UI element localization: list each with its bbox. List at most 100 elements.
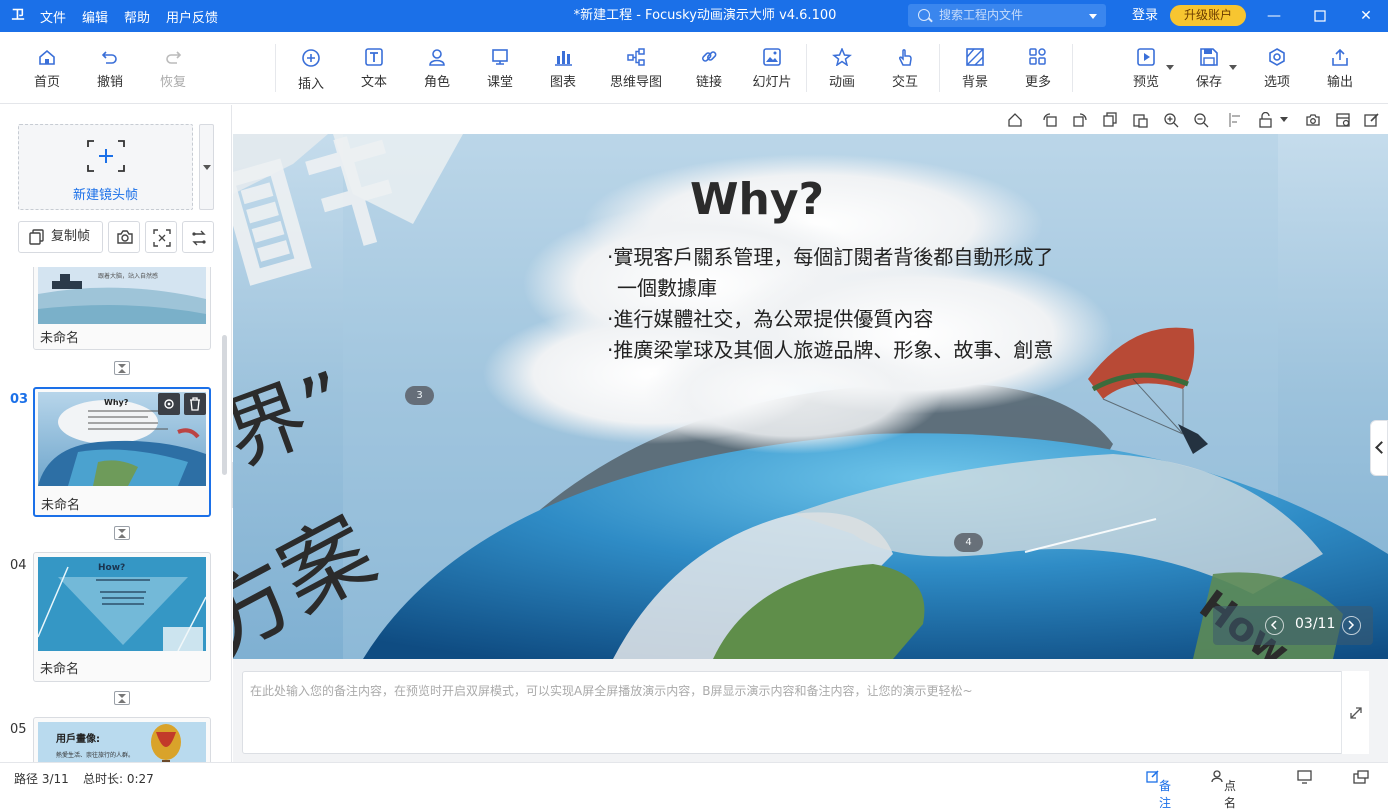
frame-thumbnail[interactable]: 用戶畫像: 熱愛生活、崇往旅行的人群。: [33, 717, 211, 762]
frame-text-line: [88, 428, 168, 430]
close-button[interactable]: ✕: [1344, 0, 1388, 32]
frame-text-line: [102, 603, 144, 605]
login-button[interactable]: 登录: [1132, 0, 1158, 32]
class-button[interactable]: 课堂: [469, 48, 531, 90]
frame-preview-image: 跟着大脑，站入自然感: [38, 267, 206, 324]
paste-icon[interactable]: [1132, 112, 1148, 128]
edit-note-icon: [1146, 770, 1159, 783]
slideshow-button[interactable]: 幻灯片: [741, 48, 803, 90]
transition-icon[interactable]: [114, 526, 130, 540]
slide-heading[interactable]: Why?: [690, 174, 824, 225]
home-icon: [39, 49, 55, 65]
preview-dropdown-icon[interactable]: [1166, 65, 1174, 70]
lock-dropdown-icon[interactable]: [1280, 117, 1288, 122]
screen-mode-icon[interactable]: [1297, 770, 1313, 784]
new-frame-dropdown[interactable]: [199, 124, 214, 210]
save-dropdown-icon[interactable]: [1229, 65, 1237, 70]
mindmap-button[interactable]: 思维导图: [602, 48, 670, 90]
next-page-button[interactable]: [1342, 616, 1361, 635]
frames-panel: 新建镜头帧 复制帧 跟着大脑，站入自然感 未命名 03 Why? 未命名 04 …: [0, 105, 232, 762]
menu-edit[interactable]: 编辑: [82, 7, 108, 26]
window-mode-icon[interactable]: [1353, 770, 1369, 784]
notes-tab[interactable]: 备注: [1146, 770, 1171, 810]
frame-delete-button[interactable]: [184, 393, 206, 415]
redo-button[interactable]: 恢复: [142, 48, 204, 90]
minimize-button[interactable]: —: [1252, 0, 1296, 32]
add-frame-icon: [87, 140, 125, 172]
expand-right-panel-button[interactable]: [1370, 420, 1388, 476]
insert-button[interactable]: 插入: [280, 48, 342, 92]
frame-text-line: [88, 416, 148, 418]
frame-thumbnail-selected[interactable]: Why? 未命名: [33, 387, 211, 517]
frame-name[interactable]: 未命名: [40, 658, 79, 677]
frames-scrollbar[interactable]: [222, 335, 227, 475]
fit-frame-icon: [153, 229, 171, 247]
lock-icon[interactable]: [1258, 112, 1274, 128]
role-button[interactable]: 角色: [406, 48, 468, 90]
insert-label: 插入: [297, 77, 324, 92]
background-label: 背景: [961, 75, 988, 90]
slide-canvas[interactable]: 界” 方案 How Why? ·實現客戶關系管理，每個訂閱者背後都自動形成了一個…: [233, 134, 1388, 659]
animation-button[interactable]: 动画: [811, 48, 873, 90]
upgrade-button[interactable]: 升级账户: [1170, 5, 1246, 26]
frame-caption: 跟着大脑，站入自然感: [98, 273, 159, 280]
home-button[interactable]: 首页: [16, 48, 78, 90]
edit-icon[interactable]: [1364, 112, 1380, 128]
menu-feedback[interactable]: 用户反馈: [166, 7, 218, 26]
export-button[interactable]: 输出: [1309, 48, 1371, 90]
background-button[interactable]: 背景: [944, 48, 1006, 90]
text-button[interactable]: 文本: [343, 48, 405, 90]
search-input[interactable]: 搜索工程内文件: [908, 4, 1106, 27]
screenshot-icon[interactable]: [1305, 112, 1321, 128]
frame-thumbnail[interactable]: 跟着大脑，站入自然感 未命名: [33, 267, 211, 350]
status-bar: 路径 3/11 总时长: 0:27 备注 点名: [0, 762, 1388, 810]
chevron-down-icon[interactable]: [1089, 14, 1097, 19]
frame-thumbnail[interactable]: How? 未命名: [33, 552, 211, 682]
duration-status: 总时长: 0:27: [83, 772, 154, 786]
home-view-icon[interactable]: [1007, 112, 1023, 128]
slide-bullet-list[interactable]: ·實現客戶關系管理，每個訂閱者背後都自動形成了一個數據庫 ·進行媒體社交，為公眾…: [605, 242, 1065, 366]
background-settings-icon[interactable]: [1335, 112, 1351, 128]
zoom-out-icon[interactable]: [1193, 112, 1209, 128]
expand-icon[interactable]: [1349, 706, 1363, 720]
transition-icon[interactable]: [114, 691, 130, 705]
copy-frame-button[interactable]: 复制帧: [18, 221, 103, 253]
menu-file[interactable]: 文件: [40, 7, 66, 26]
options-button[interactable]: 选项: [1246, 48, 1308, 90]
frame-text-line: [88, 422, 158, 424]
more-label: 更多: [1024, 75, 1051, 90]
frame-thumbnails-list: 跟着大脑，站入自然感 未命名 03 Why? 未命名 04 How? 未命名 0…: [0, 267, 222, 762]
undo-button[interactable]: 撤销: [79, 48, 141, 90]
align-icon[interactable]: [1228, 112, 1244, 128]
rotate-left-icon[interactable]: [1042, 112, 1058, 128]
more-button[interactable]: 更多: [1007, 48, 1069, 90]
class-label: 课堂: [486, 75, 513, 90]
frame-text-line: [88, 410, 168, 412]
export-label: 输出: [1326, 75, 1353, 90]
chart-button[interactable]: 图表: [532, 48, 594, 90]
prev-page-button[interactable]: [1265, 616, 1284, 635]
link-button[interactable]: 链接: [678, 48, 740, 90]
fit-frame-button[interactable]: [145, 221, 177, 253]
frame-path-badge[interactable]: 3: [405, 386, 434, 405]
frame-path-badge[interactable]: 4: [954, 533, 983, 552]
search-icon: [918, 9, 930, 21]
frame-name[interactable]: 未命名: [40, 327, 79, 346]
snapshot-button[interactable]: [108, 221, 140, 253]
frame-settings-button[interactable]: [158, 393, 180, 415]
menu-bar: 文件 编辑 帮助 用户反馈: [40, 0, 218, 32]
zoom-in-icon[interactable]: [1163, 112, 1179, 128]
rollcall-tab[interactable]: 点名: [1211, 770, 1236, 810]
rotate-right-icon[interactable]: [1072, 112, 1088, 128]
duplicate-icon[interactable]: [1102, 112, 1118, 128]
transition-icon[interactable]: [114, 361, 130, 375]
path-order-button[interactable]: [182, 221, 214, 253]
notes-input[interactable]: 在此处输入您的备注内容，在预览时开启双屏模式，可以实现A屏全屏播放演示内容，B屏…: [242, 671, 1359, 754]
notes-tab-label: 备注: [1159, 779, 1172, 810]
interact-button[interactable]: 交互: [874, 48, 936, 90]
new-frame-button[interactable]: 新建镜头帧: [18, 124, 193, 210]
maximize-button[interactable]: [1298, 0, 1342, 32]
main-toolbar: 首页 撤销 恢复 插入 文本 角色 课堂 图表 思维导图 链接 幻灯片 动画 交…: [0, 32, 1388, 104]
menu-help[interactable]: 帮助: [124, 7, 150, 26]
frame-name[interactable]: 未命名: [41, 494, 80, 513]
